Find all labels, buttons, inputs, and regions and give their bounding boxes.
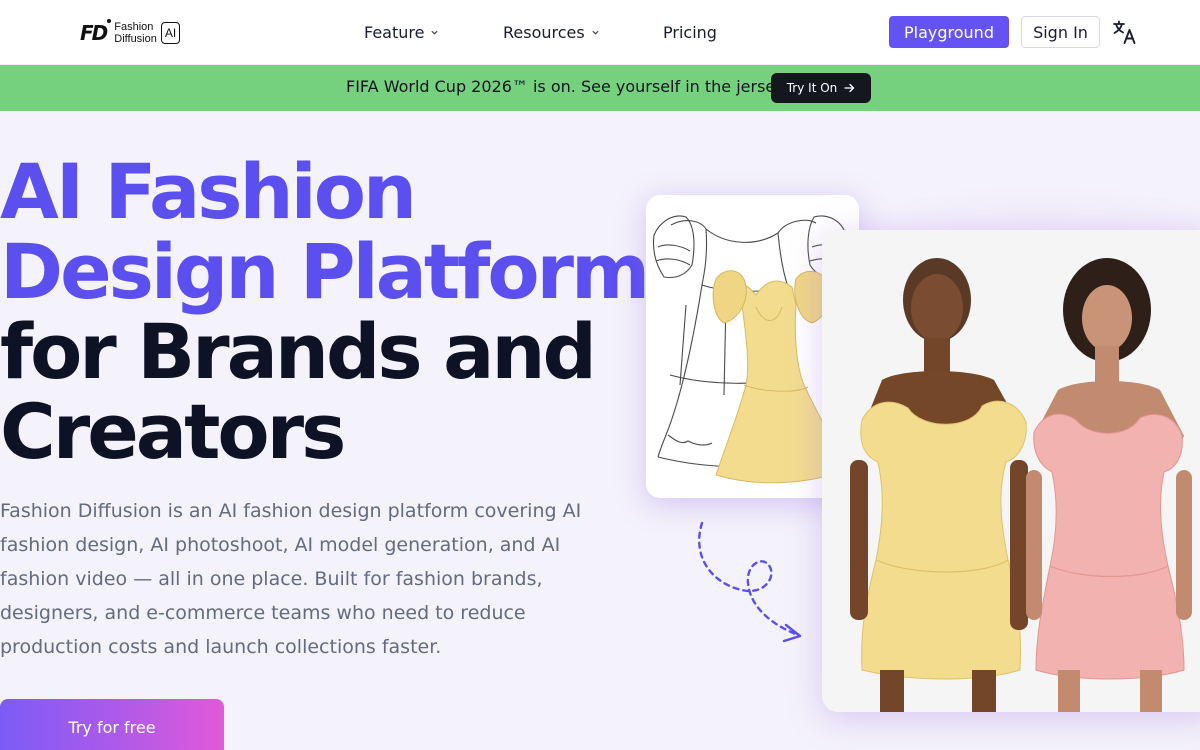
hero-title-line-3: for Brands and [0,307,597,396]
logo-mark: FD [80,19,112,45]
hero-title-line-2: Design Platform [0,227,650,316]
models-illustration [822,230,1200,712]
chevron-down-icon [431,30,439,35]
nav-pricing[interactable]: Pricing [663,21,717,43]
models-photo [822,230,1200,712]
dashed-arrow-icon [698,521,802,643]
playground-button[interactable]: Playground [889,16,1009,48]
sign-in-button[interactable]: Sign In [1021,16,1100,48]
logo-wordmark: Fashion Diffusion [114,21,157,45]
try-it-on-button[interactable]: Try It On [771,73,871,103]
site-header: FD Fashion Diffusion AI Feature Resource… [0,0,1200,65]
nav-pricing-label: Pricing [663,22,717,42]
chevron-down-icon [592,30,599,35]
nav-feature[interactable]: Feature [364,21,439,43]
banner-text: FIFA World Cup 2026™ is on. See yourself… [346,77,785,96]
try-it-on-label: Try It On [786,81,838,95]
logo-name-line1: Fashion [114,21,154,33]
hero-description: Fashion Diffusion is an AI fashion desig… [0,500,582,658]
hero-title: AI Fashion Design Platform for Brands an… [0,147,650,476]
nav-feature-label: Feature [364,22,425,42]
arrow-right-icon [844,83,855,93]
logo-ai-badge: AI [160,22,181,44]
hero-title-line-4: Creators [0,387,346,476]
promo-banner: FIFA World Cup 2026™ is on. See yourself… [0,65,1200,111]
logo[interactable]: FD Fashion Diffusion AI [80,19,181,47]
logo-name-line2: Diffusion [114,33,157,45]
hero-title-line-1: AI Fashion [0,147,417,236]
try-for-free-button[interactable]: Try for free [0,699,224,750]
translate-icon[interactable] [1112,19,1138,45]
nav-resources-label: Resources [503,22,585,42]
nav-resources[interactable]: Resources [503,21,600,43]
